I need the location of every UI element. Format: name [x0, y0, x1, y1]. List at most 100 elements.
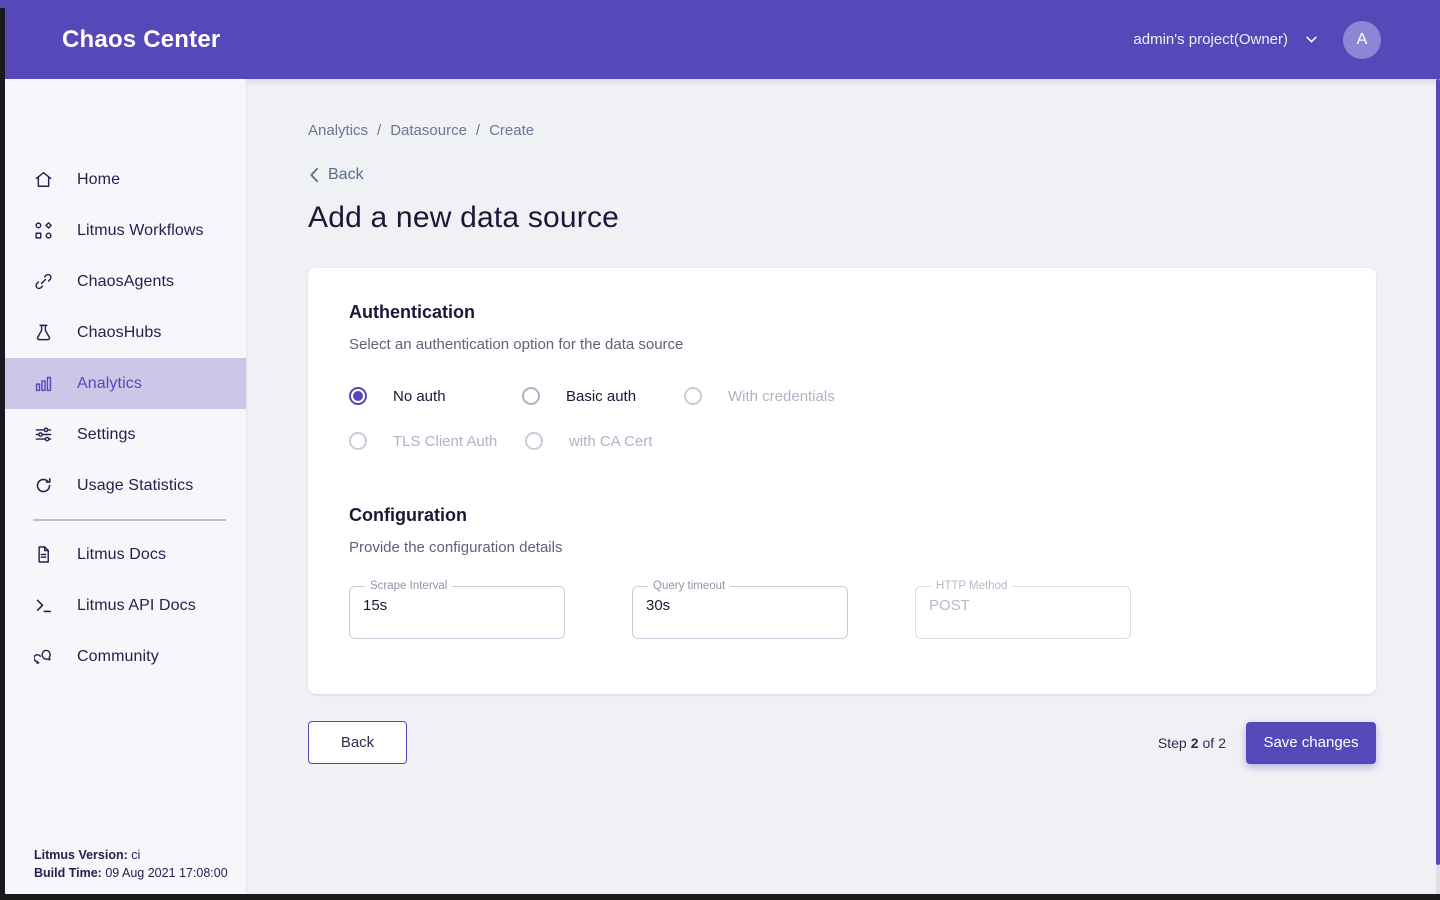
radio-button-icon [349, 387, 367, 405]
sidebar-item-community[interactable]: Community [5, 631, 246, 682]
sidebar-item-usage-statistics[interactable]: Usage Statistics [5, 460, 246, 511]
radio-button-icon [525, 432, 543, 450]
query-timeout-value: 30s [646, 597, 847, 614]
sidebar-item-label: ChaosAgents [77, 273, 174, 291]
http-method-label: HTTP Method [931, 580, 1012, 592]
sidebar-item-settings[interactable]: Settings [5, 409, 246, 460]
sidebar-item-label: Community [77, 648, 159, 666]
save-changes-button[interactable]: Save changes [1246, 722, 1376, 764]
document-icon [34, 545, 53, 564]
radio-label: with CA Cert [569, 433, 652, 450]
configuration-section-title: Configuration [349, 505, 1335, 526]
app-title: Chaos Center [62, 26, 220, 54]
radio-button-icon [522, 387, 540, 405]
query-timeout-field[interactable]: Query timeout 30s [632, 580, 848, 639]
radio-basic-auth[interactable]: Basic auth [522, 387, 684, 405]
project-selector-dropdown[interactable]: admin's project(Owner) [1133, 31, 1319, 48]
radio-label: With credentials [728, 388, 835, 405]
header-right: admin's project(Owner) A [1133, 21, 1381, 59]
refresh-icon [34, 476, 53, 495]
query-timeout-label: Query timeout [648, 580, 730, 592]
sidebar-nav: Home Litmus Workflows ChaosAgents ChaosH… [5, 79, 246, 682]
radio-button-icon [684, 387, 702, 405]
radio-with-credentials: With credentials [684, 387, 835, 405]
sidebar-item-chaoshubs[interactable]: ChaosHubs [5, 307, 246, 358]
authentication-section-subtitle: Select an authentication option for the … [349, 336, 1335, 353]
step-of: of [1203, 735, 1215, 751]
scrollbar-thumb[interactable] [1436, 79, 1440, 865]
back-button[interactable]: Back [308, 721, 407, 764]
sidebar-item-litmus-docs[interactable]: Litmus Docs [5, 529, 246, 580]
authentication-section-title: Authentication [349, 302, 1335, 323]
app-header: Chaos Center admin's project(Owner) A [0, 0, 1440, 79]
sidebar-item-chaosagents[interactable]: ChaosAgents [5, 256, 246, 307]
configuration-fields-row: Scrape Interval 15s Query timeout 30s HT… [349, 580, 1335, 639]
breadcrumb-create[interactable]: Create [489, 122, 534, 139]
radio-label: TLS Client Auth [393, 433, 497, 450]
back-link[interactable]: Back [308, 166, 364, 184]
litmus-version-line: Litmus Version: ci [34, 846, 228, 864]
sidebar-divider [33, 519, 226, 521]
sidebar-item-label: Litmus Workflows [77, 222, 204, 240]
avatar-initial: A [1357, 31, 1368, 49]
configuration-section-subtitle: Provide the configuration details [349, 539, 1335, 556]
breadcrumb-separator: / [476, 122, 480, 139]
sidebar-item-label: Litmus API Docs [77, 597, 196, 615]
project-selector-label: admin's project(Owner) [1133, 31, 1288, 48]
sidebar-item-label: Analytics [77, 375, 142, 393]
radio-label: No auth [393, 388, 446, 405]
radio-label: Basic auth [566, 388, 636, 405]
sliders-icon [34, 425, 53, 444]
breadcrumb-separator: / [377, 122, 381, 139]
configuration-section: Configuration Provide the configuration … [349, 505, 1335, 639]
sidebar: Home Litmus Workflows ChaosAgents ChaosH… [5, 79, 247, 894]
sidebar-item-litmus-api-docs[interactable]: Litmus API Docs [5, 580, 246, 631]
radio-with-ca-cert: with CA Cert [525, 432, 652, 450]
auth-options-row-2: TLS Client Auth with CA Cert [349, 432, 1335, 450]
breadcrumb-analytics[interactable]: Analytics [308, 122, 368, 139]
back-link-label: Back [328, 166, 364, 184]
sidebar-item-label: Settings [77, 426, 136, 444]
scrollbar-track[interactable] [1436, 79, 1440, 894]
step-prefix: Step [1158, 735, 1187, 751]
screen-edge-left [0, 8, 5, 900]
step-total: 2 [1218, 735, 1226, 751]
step-current: 2 [1191, 735, 1199, 751]
scrape-interval-label: Scrape Interval [365, 580, 452, 592]
scrape-interval-field[interactable]: Scrape Interval 15s [349, 580, 565, 639]
sidebar-item-label: Litmus Docs [77, 546, 166, 564]
litmus-version-label: Litmus Version: [34, 848, 128, 862]
main-content: Analytics / Datasource / Create Back Add… [247, 79, 1436, 894]
form-actions: Back Step 2 of 2 Save changes [308, 721, 1376, 764]
build-time-label: Build Time: [34, 866, 102, 880]
avatar[interactable]: A [1343, 21, 1381, 59]
breadcrumb-datasource[interactable]: Datasource [390, 122, 467, 139]
chevron-left-icon [308, 167, 320, 183]
sidebar-item-litmus-workflows[interactable]: Litmus Workflows [5, 205, 246, 256]
http-method-field: HTTP Method POST [915, 580, 1131, 639]
radio-no-auth[interactable]: No auth [349, 387, 522, 405]
datasource-form-card: Authentication Select an authentication … [308, 268, 1376, 694]
sidebar-item-label: ChaosHubs [77, 324, 162, 342]
chain-link-icon [34, 272, 53, 291]
litmus-version-value: ci [128, 848, 141, 862]
sidebar-item-home[interactable]: Home [5, 154, 246, 205]
screen-edge-bottom [0, 894, 1440, 900]
chevron-down-icon [1304, 32, 1319, 47]
step-indicator: Step 2 of 2 [1158, 735, 1226, 751]
build-time-value: 09 Aug 2021 17:08:00 [102, 866, 228, 880]
page-title: Add a new data source [308, 201, 1436, 235]
breadcrumb: Analytics / Datasource / Create [308, 79, 1436, 139]
sidebar-item-analytics[interactable]: Analytics [5, 358, 246, 409]
sidebar-item-label: Usage Statistics [77, 477, 193, 495]
flask-icon [34, 323, 53, 342]
version-info: Litmus Version: ci Build Time: 09 Aug 20… [34, 846, 228, 882]
workflows-icon [34, 221, 53, 240]
scrape-interval-value: 15s [363, 597, 564, 614]
auth-options-row-1: No auth Basic auth With credentials [349, 387, 1335, 405]
chat-bubbles-icon [34, 647, 53, 666]
radio-tls-client-auth: TLS Client Auth [349, 432, 525, 450]
sidebar-item-label: Home [77, 171, 120, 189]
http-method-value: POST [929, 597, 1130, 614]
home-icon [34, 170, 53, 189]
